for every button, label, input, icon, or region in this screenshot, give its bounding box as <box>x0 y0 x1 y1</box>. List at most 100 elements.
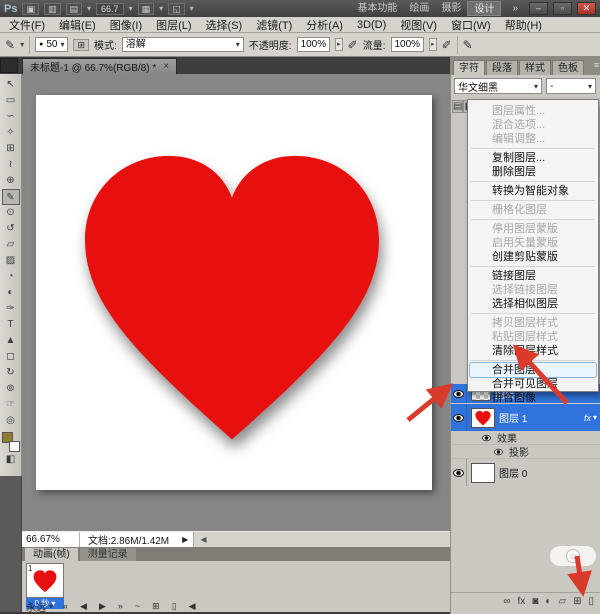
next-frame-button[interactable]: » <box>118 601 123 611</box>
context-menu-item-5[interactable]: 删除图层 <box>468 165 598 179</box>
menu-item-7[interactable]: 分析(A) <box>299 17 350 33</box>
menu-item-2[interactable]: 编辑(E) <box>52 17 103 33</box>
eye-icon[interactable] <box>453 469 464 477</box>
view-extras-dropdown-icon[interactable]: ▾ <box>87 4 91 13</box>
zoom-level-dropdown[interactable]: 66.7 <box>96 3 124 15</box>
context-menu-item-13[interactable]: 选择相似图层 <box>468 297 598 311</box>
tween-button[interactable]: ~ <box>135 601 140 611</box>
frame-thumbnail[interactable]: 1 <box>26 563 64 598</box>
brush-size-picker[interactable]: ● 50 ▾ <box>35 37 68 52</box>
collapsed-panel-icon-1[interactable]: ▤ <box>452 100 463 113</box>
eye-icon[interactable] <box>494 448 503 454</box>
context-menu-item-11[interactable]: 链接图层 <box>468 269 598 283</box>
clone-stamp-tool[interactable]: ⊙ <box>2 205 20 221</box>
delete-layer-icon[interactable]: ▯ <box>588 596 594 607</box>
layer0-thumbnail[interactable] <box>471 463 495 483</box>
screen-mode-icon[interactable]: ◱ <box>168 3 185 15</box>
workspace-button-4[interactable]: 设计 <box>467 1 501 16</box>
panel-tab-4[interactable]: 色板 <box>552 60 584 75</box>
panel-tab-3[interactable]: 样式 <box>519 60 551 75</box>
layer0-name[interactable]: 图层 0 <box>499 465 527 480</box>
context-menu-item-4[interactable]: 复制图层... <box>468 151 598 165</box>
quick-selection-tool[interactable]: ✧ <box>2 125 20 141</box>
eye-icon[interactable] <box>453 390 464 398</box>
visibility-cell[interactable] <box>451 384 467 403</box>
workspace-button-1[interactable]: 基本功能 <box>351 1 403 16</box>
eye-icon[interactable] <box>482 434 491 440</box>
tablet-opacity-icon[interactable]: ✐ <box>348 38 358 52</box>
pen-tool[interactable]: ✑ <box>2 301 20 317</box>
menu-item-6[interactable]: 滤镜(T) <box>249 17 299 33</box>
restore-button[interactable]: ▫ <box>553 2 572 15</box>
spot-healing-tool[interactable]: ⊕ <box>2 173 20 189</box>
quick-mask-icon[interactable]: ◧ <box>2 452 20 468</box>
visibility-cell[interactable] <box>451 404 467 431</box>
shape-tool[interactable]: ◻ <box>2 349 20 365</box>
delete-frame-button[interactable]: ▯ <box>172 601 177 612</box>
play-button[interactable]: ▶ <box>99 601 106 612</box>
bridge-icon[interactable]: ▣ <box>22 3 39 15</box>
eraser-tool[interactable]: ▱ <box>2 237 20 253</box>
layer-row-layer0[interactable]: 图层 0 <box>451 459 600 486</box>
context-menu-item-17[interactable]: 合并图层 <box>470 363 596 377</box>
orbit-3d-tool[interactable]: ⊚ <box>2 381 20 397</box>
minimize-button[interactable]: – <box>529 2 548 15</box>
layer-mask-icon[interactable]: ◙ <box>532 596 538 607</box>
context-menu-item-6[interactable]: 转换为智能对象 <box>468 184 598 198</box>
menu-item-11[interactable]: 帮助(H) <box>498 17 549 33</box>
document-canvas[interactable] <box>36 95 432 490</box>
move-tool[interactable]: ↖ <box>2 77 20 93</box>
duplicate-frame-button[interactable]: ⊞ <box>152 601 160 612</box>
brush-size-dropdown-icon[interactable]: ▾ <box>60 38 64 51</box>
layer-row-layer1[interactable]: 图层 1 fx ▾ <box>451 404 600 431</box>
menu-item-1[interactable]: 文件(F) <box>2 17 52 33</box>
status-zoom-field[interactable]: 66.67% <box>22 532 80 548</box>
gradient-tool[interactable]: ▨ <box>2 253 20 269</box>
zoom-tool[interactable]: ◎ <box>2 413 20 429</box>
loop-count-select[interactable]: 永远 ▾ <box>26 599 53 614</box>
flow-field[interactable]: 100% <box>391 37 425 52</box>
toggle-brush-panel-icon[interactable]: ⊞ <box>73 39 89 51</box>
scroll-left-icon[interactable]: ◀ <box>189 601 196 612</box>
hand-tool[interactable]: ☞ <box>2 397 20 413</box>
link-layers-icon[interactable]: ∞ <box>503 596 510 607</box>
zoom-dropdown-icon[interactable]: ▾ <box>129 4 133 13</box>
brush-tool-preset-icon[interactable]: ✎ <box>5 38 15 52</box>
first-frame-button[interactable]: « <box>63 601 68 611</box>
visibility-cell[interactable] <box>451 459 467 486</box>
new-layer-icon[interactable]: ⊞ <box>573 596 581 607</box>
arrange-dropdown-icon[interactable]: ▾ <box>159 4 163 13</box>
context-menu-item-10[interactable]: 创建剪贴蒙版 <box>468 250 598 264</box>
panel-tab-2[interactable]: 段落 <box>486 60 518 75</box>
dodge-tool[interactable]: ◐ <box>2 285 20 301</box>
previous-frame-button[interactable]: ◀ <box>80 601 87 612</box>
arrange-documents-icon[interactable]: ▦ <box>138 3 155 15</box>
layer-style-icon[interactable]: fx <box>518 596 526 607</box>
tool-preset-dropdown-icon[interactable]: ▾ <box>20 40 24 49</box>
menu-item-5[interactable]: 选择(S) <box>199 17 250 33</box>
layer-group-icon[interactable]: ▱ <box>558 596 566 607</box>
canvas-workspace[interactable] <box>22 74 450 531</box>
airbrush-toggle-icon[interactable]: ✐ <box>442 38 452 52</box>
eyedropper-tool[interactable]: ≀ <box>2 157 20 173</box>
document-tab[interactable]: 未标题-1 @ 66.7%(RGB/8) * × <box>22 58 177 74</box>
marquee-tool[interactable]: ▭ <box>2 93 20 109</box>
blur-tool[interactable]: ◔ <box>2 269 20 285</box>
context-menu-item-18[interactable]: 合并可见图层 <box>468 377 598 391</box>
font-family-select[interactable]: 华文细黑 ▾ <box>454 78 542 94</box>
rotate-3d-tool[interactable]: ↻ <box>2 365 20 381</box>
workspace-button-2[interactable]: 绘画 <box>403 1 435 16</box>
adjustment-layer-icon[interactable]: ◐ <box>545 596 551 607</box>
status-expand-icon[interactable]: ▶ <box>177 535 193 544</box>
brush-tool[interactable]: ✎ <box>2 189 20 205</box>
fx-collapse-icon[interactable]: ▾ <box>593 413 597 422</box>
workspace-overflow-button[interactable]: » <box>506 1 524 16</box>
lasso-tool[interactable]: ∽ <box>2 109 20 125</box>
document-close-icon[interactable]: × <box>163 61 169 72</box>
context-menu-item-16[interactable]: 清除图层样式 <box>468 344 598 358</box>
animation-tab-1[interactable]: 动画(帧) <box>25 548 78 561</box>
effects-row[interactable]: 效果 <box>451 431 600 445</box>
menu-item-9[interactable]: 视图(V) <box>393 17 444 33</box>
layer-effects-badge[interactable]: fx ▾ <box>584 413 600 423</box>
tablet-size-icon[interactable]: ✎ <box>463 38 473 52</box>
